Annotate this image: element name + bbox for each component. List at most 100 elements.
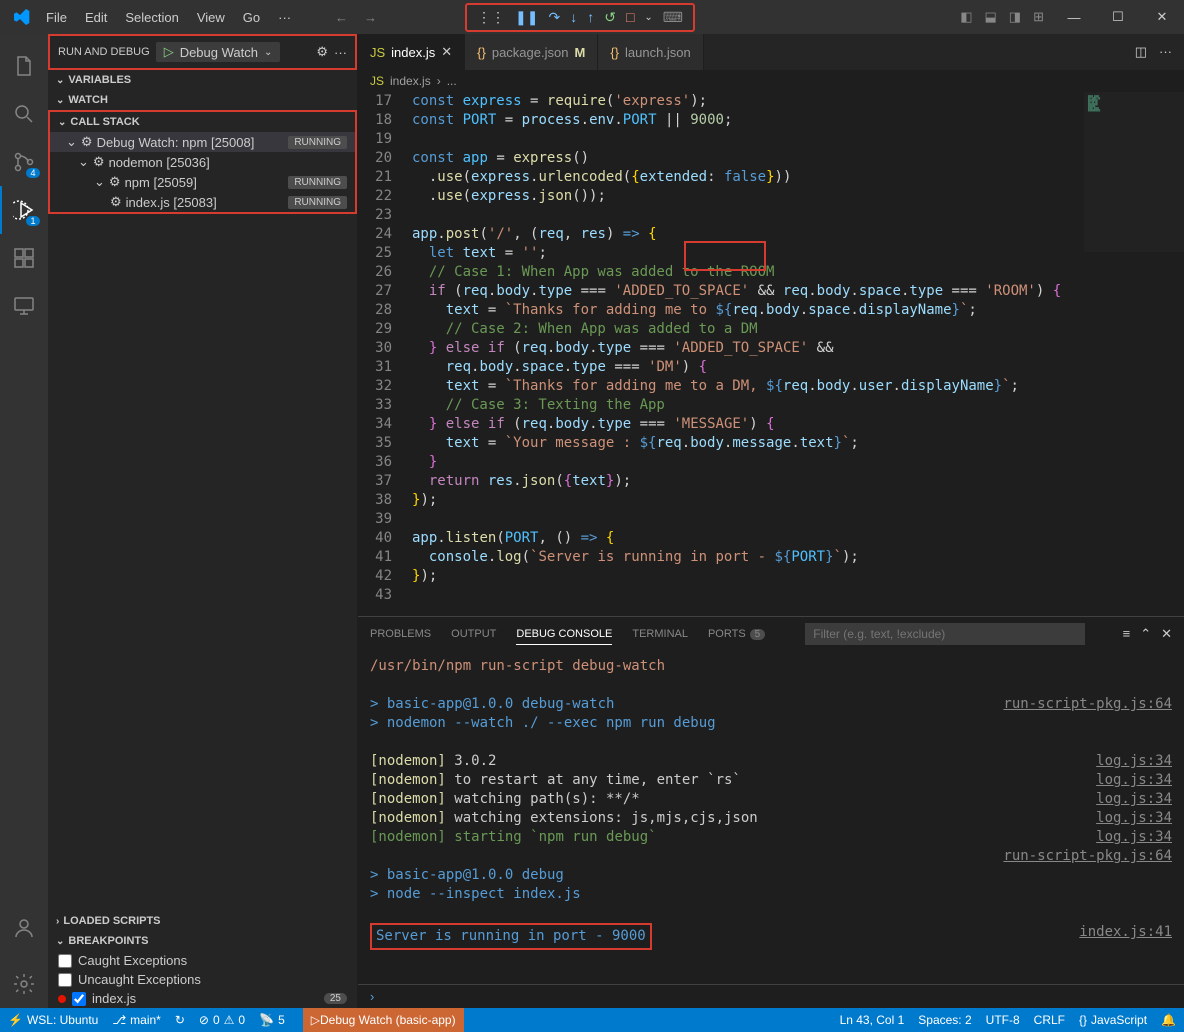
json-file-icon: {} <box>477 45 486 60</box>
clear-console-icon[interactable]: ≡ <box>1123 626 1131 642</box>
breakpoint-dot-icon <box>58 995 66 1003</box>
window-controls: — ☐ ✕ <box>1052 2 1184 32</box>
drag-handle-icon[interactable]: ⋮⋮ <box>477 9 505 26</box>
watch-section: ⌄WATCH <box>48 90 357 110</box>
tab-ports[interactable]: PORTS5 <box>708 624 765 644</box>
source-control-icon[interactable]: 4 <box>0 138 48 186</box>
tab-launch[interactable]: {}launch.json <box>598 34 703 70</box>
more-actions-icon[interactable]: ··· <box>1159 44 1172 60</box>
loaded-scripts-header[interactable]: ›LOADED SCRIPTS <box>48 911 357 931</box>
menu-selection[interactable]: Selection <box>117 6 186 29</box>
debug-console-output[interactable]: /usr/bin/npm run-script debug-watch > ba… <box>358 651 1184 984</box>
extensions-icon[interactable] <box>0 234 48 282</box>
stop-icon[interactable]: □ <box>626 9 634 25</box>
close-tab-icon[interactable]: ✕ <box>441 44 452 60</box>
callstack-node-2[interactable]: ⌄⚙npm [25059]RUNNING <box>50 172 355 192</box>
tab-output[interactable]: OUTPUT <box>451 624 496 644</box>
nav-back-icon[interactable]: ← <box>335 10 348 25</box>
debug-status[interactable]: ▷ Debug Watch (basic-app) <box>303 1008 464 1032</box>
title-bar: File Edit Selection View Go ··· ← → ⋮⋮ ❚… <box>0 0 1184 34</box>
layout-right-icon[interactable]: ◨ <box>1009 9 1021 25</box>
split-editor-icon[interactable]: ◫ <box>1135 44 1147 60</box>
problems-count[interactable]: ⊘ 0 ⚠ 0 <box>199 1013 245 1027</box>
more-icon[interactable]: ··· <box>334 45 347 60</box>
step-into-icon[interactable]: ↓ <box>570 9 577 25</box>
tab-package[interactable]: {}package.jsonM <box>465 34 598 70</box>
breadcrumb[interactable]: JS index.js › ... <box>358 70 1184 92</box>
step-out-icon[interactable]: ↑ <box>587 9 594 25</box>
debug-icon[interactable]: 1 <box>0 186 48 234</box>
tab-problems[interactable]: PROBLEMS <box>370 624 431 644</box>
cursor-position[interactable]: Ln 43, Col 1 <box>840 1013 905 1027</box>
menu-more[interactable]: ··· <box>270 6 299 29</box>
menu-bar: File Edit Selection View Go ··· <box>38 6 299 29</box>
watch-header[interactable]: ⌄WATCH <box>48 90 357 110</box>
layout-customize-icon[interactable]: ⊞ <box>1033 9 1044 25</box>
variables-header[interactable]: ⌄VARIABLES <box>48 70 357 90</box>
config-gear-icon[interactable]: ⚙ <box>316 44 328 60</box>
maximize-icon[interactable]: ☐ <box>1096 2 1140 32</box>
menu-edit[interactable]: Edit <box>77 6 115 29</box>
breakpoints-header[interactable]: ⌄BREAKPOINTS <box>48 931 357 951</box>
callstack-header[interactable]: ⌄CALL STACK <box>50 112 355 132</box>
layout-side-icon[interactable]: ◧ <box>960 9 972 25</box>
debug-config-name: Debug Watch <box>180 45 258 60</box>
layout-bottom-icon[interactable]: ⬓ <box>985 9 997 25</box>
tab-debug-console[interactable]: DEBUG CONSOLE <box>516 624 612 645</box>
menu-view[interactable]: View <box>189 6 233 29</box>
bp-uncaught-check[interactable] <box>58 973 72 987</box>
callstack-node-1[interactable]: ⌄⚙nodemon [25036] <box>50 152 355 172</box>
layout-controls: ◧ ⬓ ◨ ⊞ <box>960 9 1044 25</box>
bp-caught[interactable]: Caught Exceptions <box>48 951 357 970</box>
activity-bar: 4 1 <box>0 34 48 1008</box>
account-icon[interactable] <box>0 904 48 952</box>
js-file-icon: JS <box>370 74 384 88</box>
console-filter-input[interactable] <box>805 623 1085 645</box>
git-sync[interactable]: ↻ <box>175 1013 185 1027</box>
editor-area: JSindex.js✕ {}package.jsonM {}launch.jso… <box>358 34 1184 1008</box>
loaded-scripts-section: ›LOADED SCRIPTS <box>48 911 357 931</box>
debug-dropdown-icon[interactable]: ⌄ <box>644 12 652 23</box>
ports-indicator[interactable]: 📡 5 <box>259 1013 285 1027</box>
bp-file[interactable]: index.js25 <box>48 989 357 1008</box>
pause-icon[interactable]: ❚❚ <box>515 9 538 26</box>
minimize-icon[interactable]: — <box>1052 2 1096 32</box>
callstack-node-3[interactable]: ⚙index.js [25083]RUNNING <box>50 192 355 212</box>
menu-file[interactable]: File <box>38 6 75 29</box>
notifications-icon[interactable]: 🔔 <box>1161 1013 1176 1027</box>
debug-console-icon[interactable]: ⌨ <box>663 9 683 26</box>
bp-caught-check[interactable] <box>58 954 72 968</box>
remote-explorer-icon[interactable] <box>0 282 48 330</box>
tab-terminal[interactable]: TERMINAL <box>632 624 688 644</box>
play-icon: ▷ <box>164 44 174 60</box>
run-debug-title: RUN AND DEBUG <box>58 46 150 58</box>
chevron-down-icon: ⌄ <box>264 47 272 58</box>
language-mode[interactable]: {} JavaScript <box>1079 1013 1147 1027</box>
collapse-panel-icon[interactable]: ⌃ <box>1140 626 1151 642</box>
bp-file-check[interactable] <box>72 992 86 1006</box>
debug-badge: 1 <box>26 216 40 226</box>
remote-indicator[interactable]: ⚡WSL: Ubuntu <box>8 1013 98 1027</box>
minimap[interactable]: ████ ██████ ████ ████████████ ██ ███████… <box>1084 92 1184 252</box>
close-panel-icon[interactable]: ✕ <box>1161 626 1172 642</box>
step-over-icon[interactable]: ↷ <box>548 9 560 26</box>
encoding[interactable]: UTF-8 <box>986 1013 1020 1027</box>
menu-go[interactable]: Go <box>235 6 268 29</box>
settings-gear-icon[interactable] <box>0 960 48 1008</box>
eol[interactable]: CRLF <box>1034 1013 1065 1027</box>
indentation[interactable]: Spaces: 2 <box>918 1013 971 1027</box>
nav-forward-icon[interactable]: → <box>364 10 377 25</box>
tab-index[interactable]: JSindex.js✕ <box>358 34 465 70</box>
debug-config-dropdown[interactable]: ▷ Debug Watch ⌄ <box>156 42 281 62</box>
search-icon[interactable] <box>0 90 48 138</box>
console-input[interactable]: › <box>358 984 1184 1008</box>
run-debug-header: RUN AND DEBUG ▷ Debug Watch ⌄ ⚙ ··· <box>48 34 357 70</box>
callstack-root[interactable]: ⌄⚙Debug Watch: npm [25008]RUNNING <box>50 132 355 152</box>
explorer-icon[interactable] <box>0 42 48 90</box>
close-icon[interactable]: ✕ <box>1140 2 1184 32</box>
restart-icon[interactable]: ↺ <box>604 9 616 26</box>
code-editor[interactable]: 1718192021222324252627282930313233343536… <box>358 92 1184 616</box>
bp-uncaught[interactable]: Uncaught Exceptions <box>48 970 357 989</box>
git-branch[interactable]: ⎇ main* <box>112 1013 161 1027</box>
breakpoints-section: ⌄BREAKPOINTS Caught Exceptions Uncaught … <box>48 931 357 1008</box>
